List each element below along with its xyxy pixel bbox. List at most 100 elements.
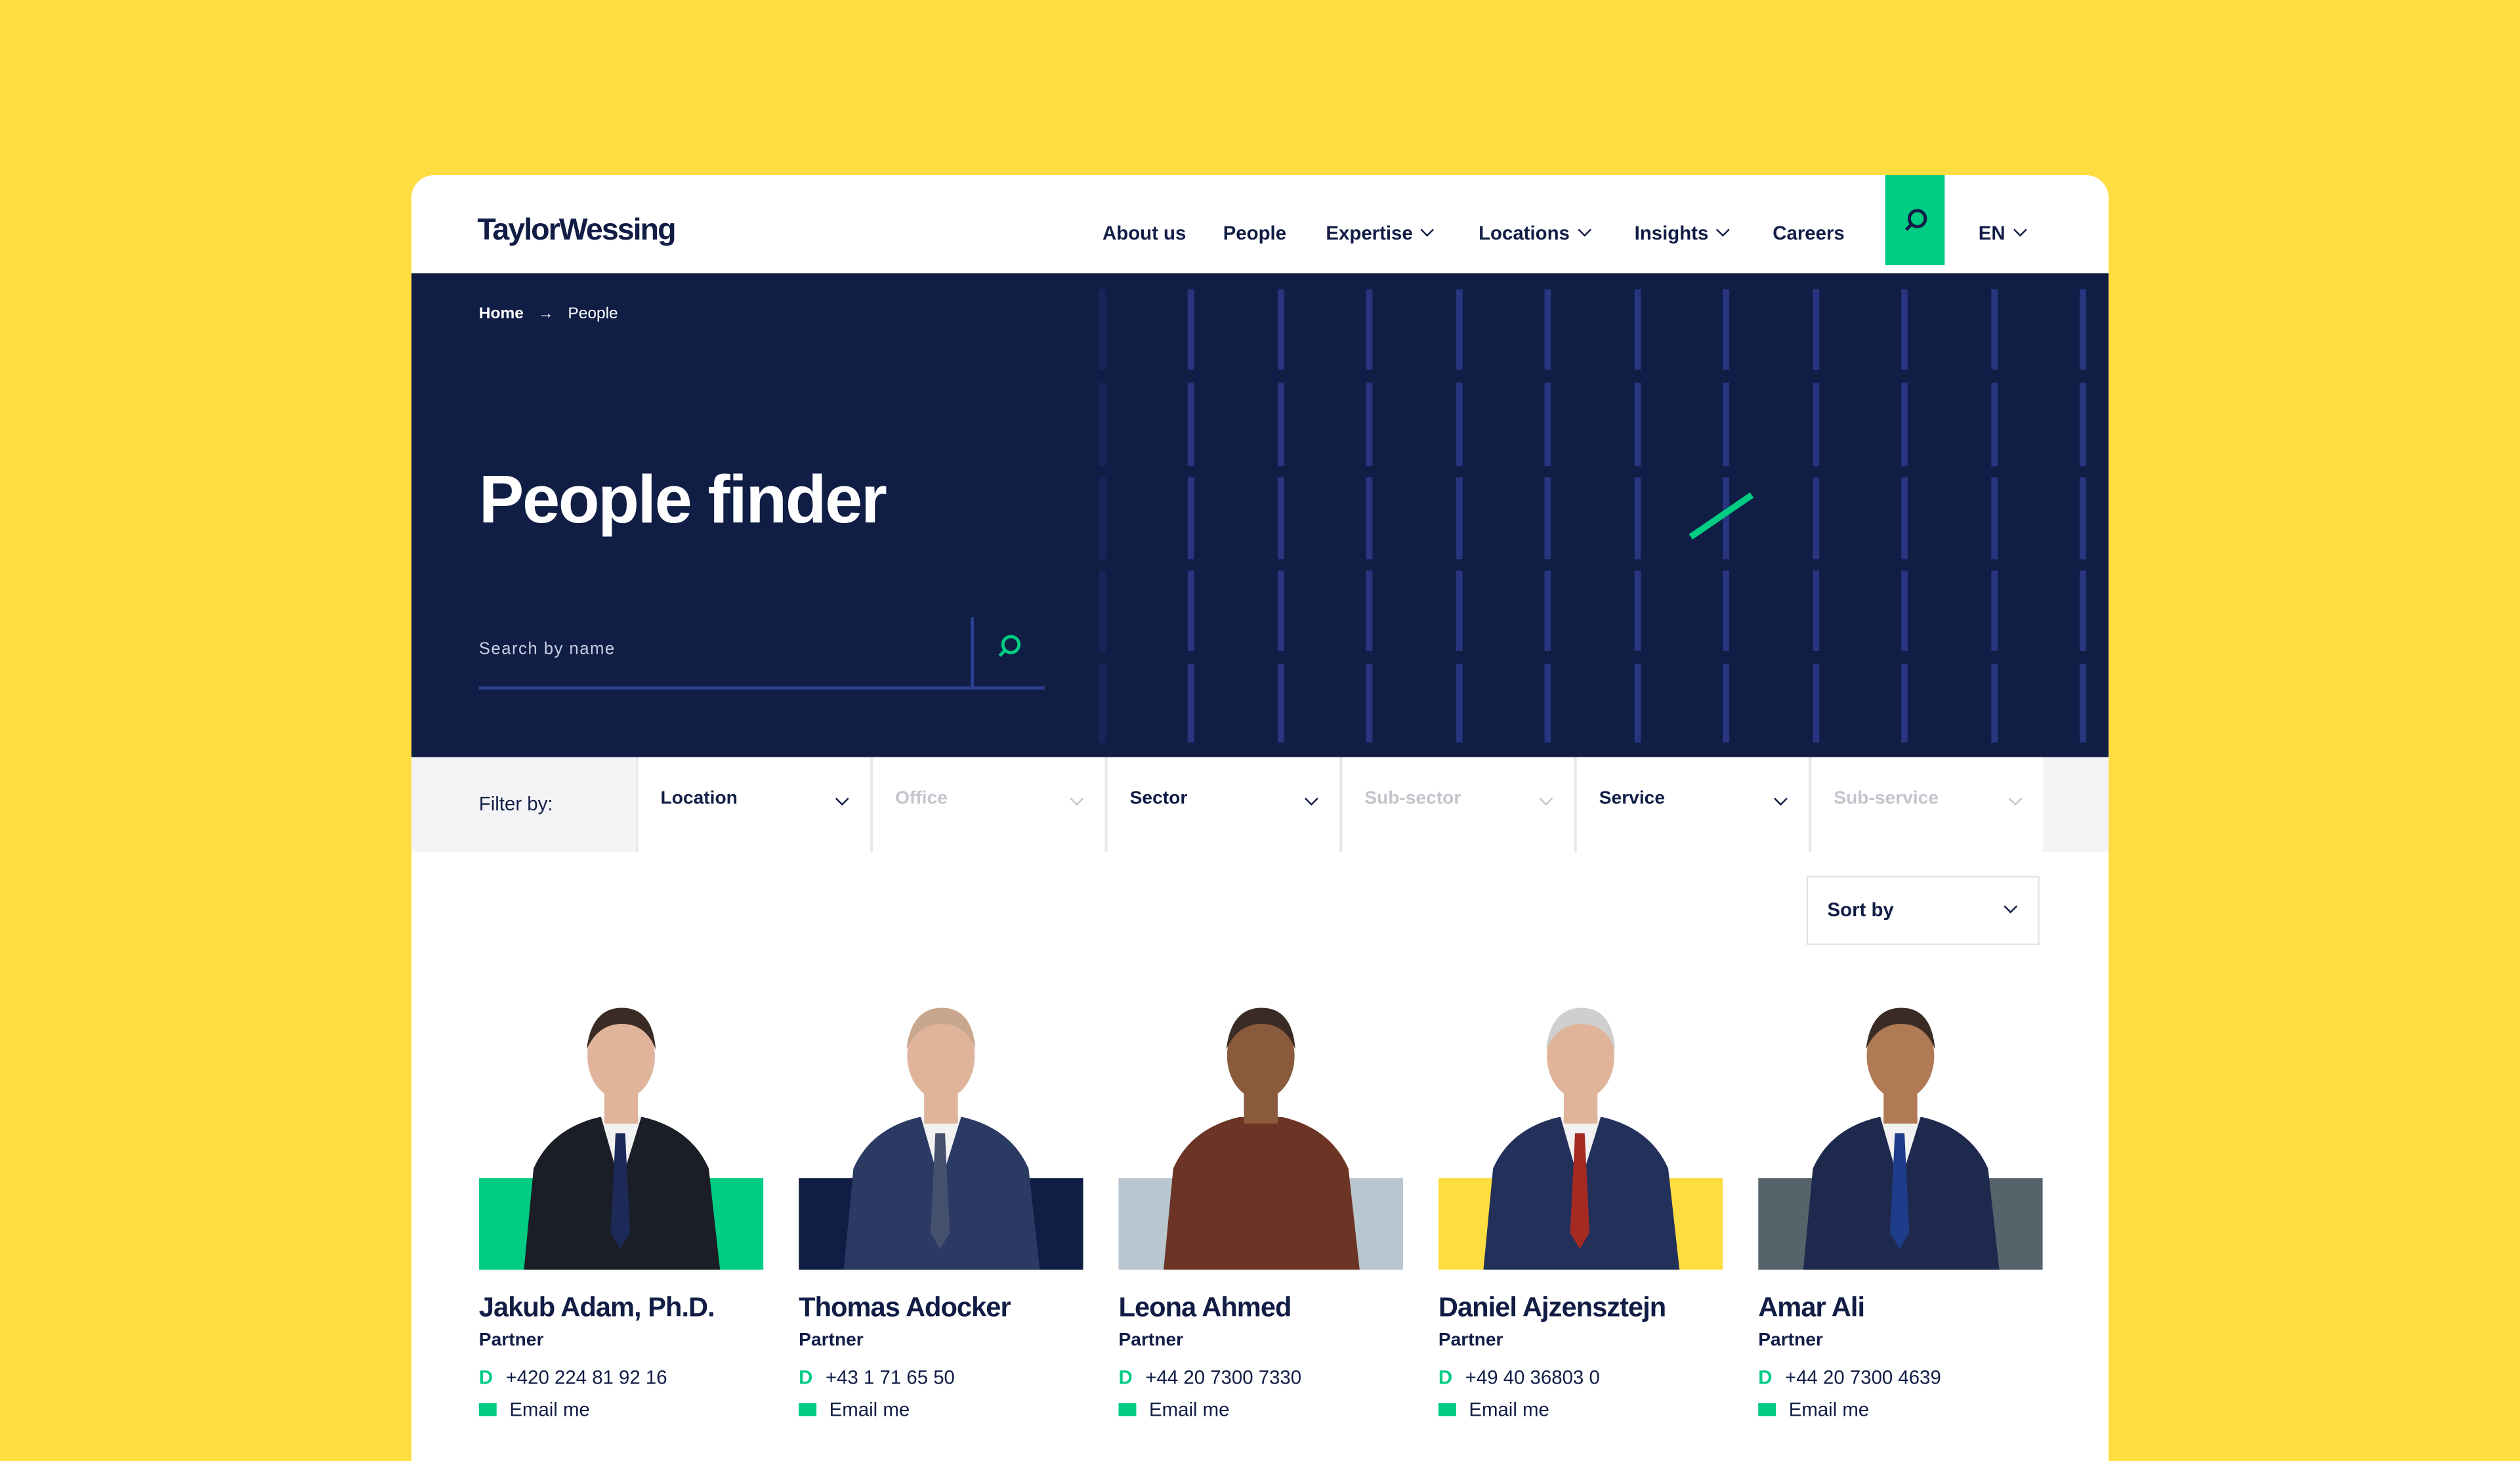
filter-office[interactable]: Office	[871, 757, 1104, 852]
person-phone[interactable]: D +44 20 7300 4639	[1758, 1366, 2042, 1389]
decorative-stripe	[1813, 570, 1820, 651]
person-phone[interactable]: D +49 40 36803 0	[1438, 1366, 1723, 1389]
person-photo[interactable]	[1758, 992, 2043, 1270]
person-name[interactable]: Jakub Adam, Ph.D.	[479, 1292, 763, 1324]
decorative-stripe	[1099, 382, 1106, 467]
decorative-stripe	[1813, 289, 1820, 370]
decorative-stripe	[1099, 477, 1106, 560]
portrait	[843, 1007, 1040, 1270]
nav-item-people[interactable]: People	[1223, 222, 1286, 244]
decorative-stripe	[2080, 289, 2086, 370]
filter-bar: Filter by: Location Office Sector Sub-secto…	[411, 757, 2109, 852]
decorative-stripe	[1187, 382, 1194, 467]
decorative-stripe	[1099, 570, 1106, 651]
nav-item-locations[interactable]: Locations	[1479, 222, 1591, 244]
decorative-stripe	[1187, 664, 1194, 743]
search-button[interactable]	[1885, 175, 1945, 266]
decorative-stripe	[1723, 289, 1730, 370]
page-title: People finder	[478, 461, 887, 537]
filter-label: Filter by:	[478, 792, 553, 815]
person-phone[interactable]: D +420 224 81 92 16	[479, 1366, 763, 1389]
decorative-stripe	[1901, 570, 1908, 651]
person-phone[interactable]: D +43 1 71 65 50	[799, 1366, 1083, 1389]
decorative-stripe	[1634, 289, 1641, 370]
chevron-down-icon	[1070, 792, 1084, 806]
search-icon	[1904, 209, 1927, 231]
person-role: Partner	[799, 1330, 864, 1351]
nav-item-insights[interactable]: Insights	[1635, 222, 1730, 244]
green-accent-line	[1689, 492, 1754, 540]
chevron-down-icon	[2004, 899, 2018, 914]
decorative-stripe	[1991, 664, 1998, 743]
logo[interactable]: TaylorWessing	[477, 214, 676, 249]
filter-sub-sector[interactable]: Sub-sector	[1340, 757, 1574, 852]
person-photo[interactable]	[799, 992, 1083, 1270]
decorative-stripe	[1099, 289, 1106, 370]
person-name[interactable]: Amar Ali	[1758, 1292, 2042, 1324]
language-selector[interactable]: EN	[1979, 222, 2026, 244]
person-role: Partner	[1758, 1330, 1823, 1351]
person-card[interactable]: Jakub Adam, Ph.D. Partner D +420 224 81 9…	[478, 992, 764, 1421]
decorative-stripe	[1723, 382, 1730, 467]
mail-icon	[478, 1403, 497, 1416]
chevron-down-icon	[1774, 792, 1788, 806]
chevron-down-icon	[1577, 222, 1591, 237]
decorative-stripe	[1991, 477, 1998, 560]
breadcrumb-home[interactable]: Home	[479, 305, 524, 323]
decorative-stripe	[1187, 477, 1194, 560]
filter-sector[interactable]: Sector	[1105, 757, 1339, 852]
decorative-stripe	[2080, 664, 2086, 743]
portrait	[1164, 1007, 1360, 1270]
decorative-stripe	[1187, 289, 1194, 370]
chevron-down-icon	[2013, 222, 2026, 237]
person-card[interactable]: Daniel Ajzensztejn Partner D +49 40 36803…	[1438, 992, 1723, 1421]
portrait	[1483, 1007, 1680, 1270]
decorative-stripe	[1366, 382, 1373, 467]
decorative-stripe	[1634, 664, 1641, 743]
person-card[interactable]: Thomas Adocker Partner D +43 1 71 65 50 E…	[799, 992, 1083, 1421]
search-icon[interactable]	[996, 633, 1022, 659]
person-card[interactable]: Amar Ali Partner D +44 20 7300 4639 Email…	[1758, 992, 2043, 1421]
chevron-down-icon	[1715, 222, 1730, 237]
person-card[interactable]: Leona Ahmed Partner D +44 20 7300 7330 Em…	[1118, 992, 1403, 1421]
chevron-down-icon	[1539, 792, 1553, 806]
phone-prefix: D	[1758, 1366, 1773, 1389]
decorative-stripe	[1544, 477, 1551, 560]
filter-sub-service[interactable]: Sub-service	[1809, 757, 2043, 852]
decorative-stripe	[1634, 382, 1641, 467]
chevron-down-icon	[1304, 792, 1318, 806]
decorative-stripe	[1277, 664, 1284, 743]
phone-prefix: D	[1438, 1366, 1453, 1389]
search-input[interactable]	[478, 639, 961, 660]
portrait	[1803, 1007, 2000, 1270]
decorative-stripe	[1634, 477, 1641, 560]
decorative-stripe	[1991, 289, 1998, 370]
filter-service[interactable]: Service	[1575, 757, 1809, 852]
name-search	[478, 617, 1045, 690]
nav-item-careers[interactable]: Careers	[1773, 222, 1844, 244]
person-phone[interactable]: D +44 20 7300 7330	[1119, 1366, 1403, 1389]
person-photo[interactable]	[1118, 992, 1403, 1270]
nav-item-expertise[interactable]: Expertise	[1326, 222, 1435, 244]
decorative-stripe	[1277, 477, 1284, 560]
person-photo[interactable]	[1438, 992, 1723, 1270]
person-name[interactable]: Leona Ahmed	[1119, 1292, 1403, 1324]
decorative-stripe	[1544, 289, 1551, 370]
person-name[interactable]: Daniel Ajzensztejn	[1438, 1292, 1723, 1324]
decorative-stripe	[1456, 664, 1463, 743]
decorative-stripe	[1901, 382, 1908, 467]
person-name[interactable]: Thomas Adocker	[799, 1292, 1083, 1324]
decorative-stripe	[1456, 289, 1463, 370]
decorative-stripe	[1813, 382, 1820, 467]
decorative-stripe	[1277, 289, 1284, 370]
page-card: TaylorWessing About us People Expertise Loc…	[411, 175, 2109, 1461]
decorative-stripe	[1723, 570, 1730, 651]
person-photo[interactable]	[478, 992, 764, 1270]
decorative-stripe	[1544, 382, 1551, 467]
person-role: Partner	[1118, 1330, 1184, 1351]
nav-item-about-us[interactable]: About us	[1102, 222, 1186, 244]
mail-icon	[799, 1403, 817, 1416]
person-role: Partner	[478, 1330, 544, 1351]
filter-location[interactable]: Location	[636, 757, 870, 852]
sort-select[interactable]: Sort by	[1806, 876, 2040, 946]
